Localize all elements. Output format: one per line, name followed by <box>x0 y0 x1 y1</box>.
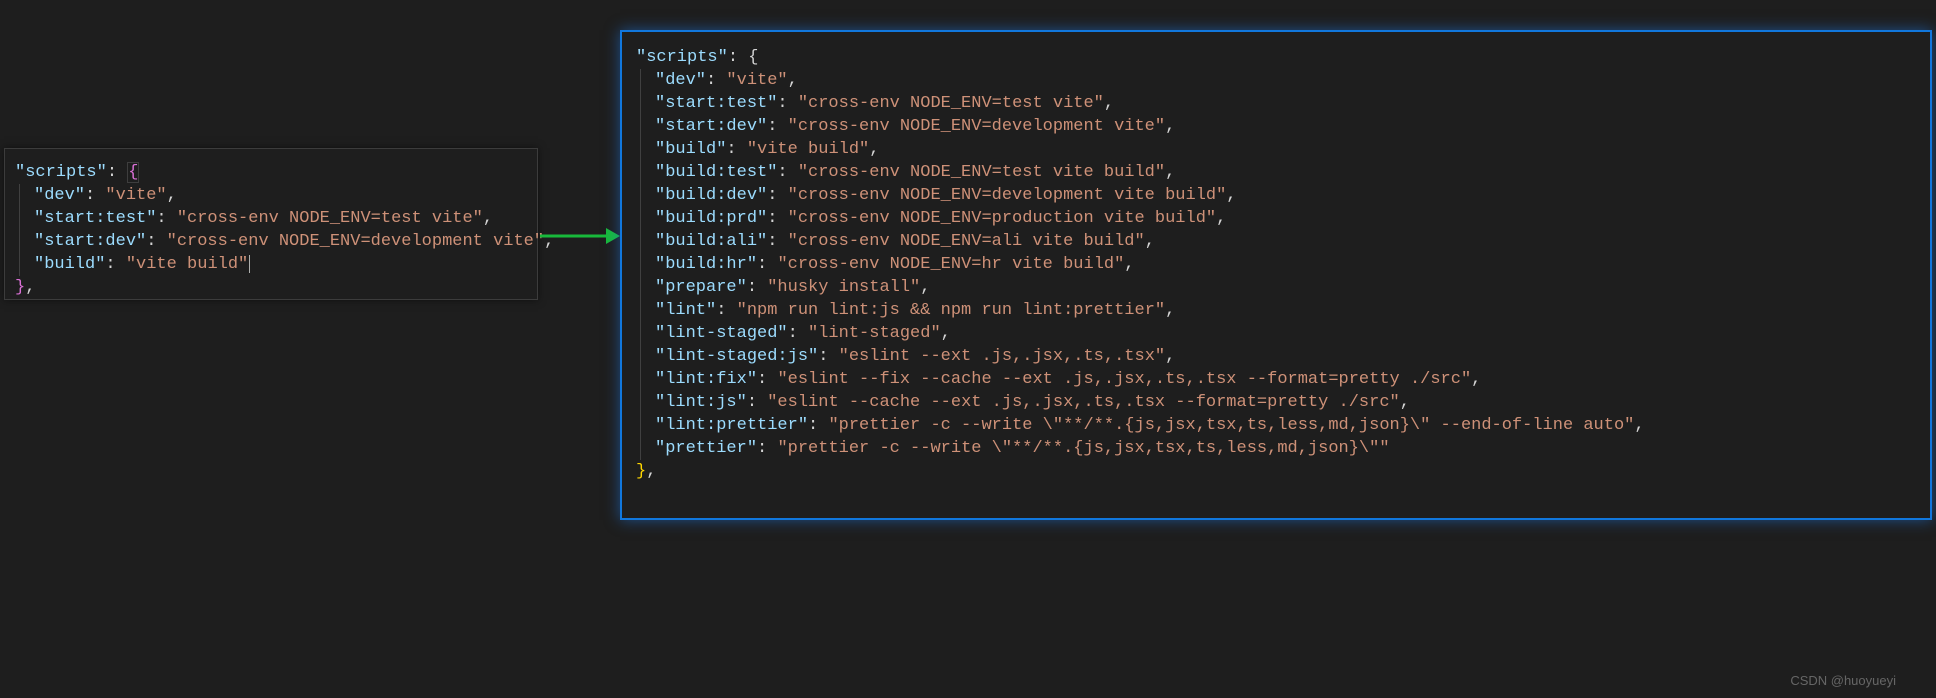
code-line[interactable]: "scripts": { <box>636 46 1920 69</box>
json-string: "eslint --fix --cache --ext .js,.jsx,.ts… <box>777 370 1471 389</box>
json-string: "cross-env NODE_ENV=test vite build" <box>798 163 1165 182</box>
json-key: "scripts" <box>636 48 728 67</box>
code-line[interactable]: "scripts": { <box>15 161 527 184</box>
json-key: "prettier" <box>655 439 757 458</box>
code-panel-right[interactable]: "scripts": { "dev": "vite","start:test":… <box>620 30 1932 520</box>
close-brace: } <box>636 462 646 481</box>
code-line[interactable]: "dev": "vite", <box>636 69 1920 92</box>
code-line[interactable]: "lint-staged": "lint-staged", <box>636 322 1920 345</box>
code-line[interactable]: "start:test": "cross-env NODE_ENV=test v… <box>15 207 527 230</box>
json-key: "dev" <box>655 71 706 90</box>
json-string: "cross-env NODE_ENV=test vite" <box>177 209 483 228</box>
json-key: "lint-staged" <box>655 324 788 343</box>
json-string: "vite build" <box>126 255 248 274</box>
json-string: "eslint --cache --ext .js,.jsx,.ts,.tsx … <box>767 393 1400 412</box>
json-string: "vite build" <box>747 140 869 159</box>
json-key: "build:ali" <box>655 232 767 251</box>
json-string: "cross-env NODE_ENV=production vite buil… <box>788 209 1216 228</box>
json-key: "start:test" <box>655 94 777 113</box>
json-key: "start:dev" <box>34 232 146 251</box>
code-line[interactable]: "build:prd": "cross-env NODE_ENV=product… <box>636 207 1920 230</box>
code-line[interactable]: "lint": "npm run lint:js && npm run lint… <box>636 299 1920 322</box>
json-string: "lint-staged" <box>808 324 941 343</box>
json-key: "build:dev" <box>655 186 767 205</box>
json-string: "vite" <box>726 71 787 90</box>
json-string: "prettier -c --write \"**/**.{js,jsx,tsx… <box>777 439 1389 458</box>
code-line[interactable]: }, <box>15 276 527 299</box>
json-string: "npm run lint:js && npm run lint:prettie… <box>737 301 1165 320</box>
json-key: "dev" <box>34 186 85 205</box>
watermark: CSDN @huoyueyi <box>1790 673 1896 688</box>
json-key: "prepare" <box>655 278 747 297</box>
text-cursor <box>249 255 250 273</box>
json-key: "build:prd" <box>655 209 767 228</box>
json-string: "cross-env NODE_ENV=test vite" <box>798 94 1104 113</box>
close-brace: } <box>15 278 25 297</box>
code-line[interactable]: "lint-staged:js": "eslint --ext .js,.jsx… <box>636 345 1920 368</box>
code-line[interactable]: "build": "vite build", <box>636 138 1920 161</box>
code-line[interactable]: "start:dev": "cross-env NODE_ENV=develop… <box>636 115 1920 138</box>
json-string: "eslint --ext .js,.jsx,.ts,.tsx" <box>839 347 1165 366</box>
json-key: "scripts" <box>15 163 107 182</box>
json-string: "cross-env NODE_ENV=development vite" <box>788 117 1165 136</box>
code-line[interactable]: "start:dev": "cross-env NODE_ENV=develop… <box>15 230 527 253</box>
code-line[interactable]: "build": "vite build" <box>15 253 527 276</box>
code-line[interactable]: "lint:fix": "eslint --fix --cache --ext … <box>636 368 1920 391</box>
json-string: "prettier -c --write \"**/**.{js,jsx,tsx… <box>828 416 1634 435</box>
json-key: "build" <box>655 140 726 159</box>
json-string: "vite" <box>105 186 166 205</box>
json-key: "build:hr" <box>655 255 757 274</box>
code-line[interactable]: "dev": "vite", <box>15 184 527 207</box>
code-line[interactable]: "prettier": "prettier -c --write \"**/**… <box>636 437 1920 460</box>
code-panel-left[interactable]: "scripts": { "dev": "vite","start:test":… <box>4 148 538 300</box>
json-key: "start:test" <box>34 209 156 228</box>
json-key: "start:dev" <box>655 117 767 136</box>
code-line[interactable]: "build:ali": "cross-env NODE_ENV=ali vit… <box>636 230 1920 253</box>
json-string: "cross-env NODE_ENV=ali vite build" <box>788 232 1145 251</box>
open-brace: { <box>748 48 758 67</box>
code-line[interactable]: "build:test": "cross-env NODE_ENV=test v… <box>636 161 1920 184</box>
json-key: "lint:js" <box>655 393 747 412</box>
code-line[interactable]: "lint:prettier": "prettier -c --write \"… <box>636 414 1920 437</box>
json-string: "cross-env NODE_ENV=development vite" <box>167 232 544 251</box>
json-key: "lint:prettier" <box>655 416 808 435</box>
json-string: "husky install" <box>767 278 920 297</box>
json-string: "cross-env NODE_ENV=development vite bui… <box>788 186 1227 205</box>
json-key: "lint:fix" <box>655 370 757 389</box>
json-key: "build" <box>34 255 105 274</box>
json-key: "build:test" <box>655 163 777 182</box>
json-string: "cross-env NODE_ENV=hr vite build" <box>777 255 1124 274</box>
code-line[interactable]: "prepare": "husky install", <box>636 276 1920 299</box>
json-key: "lint" <box>655 301 716 320</box>
code-line[interactable]: "build:hr": "cross-env NODE_ENV=hr vite … <box>636 253 1920 276</box>
code-line[interactable]: }, <box>636 460 1920 483</box>
open-brace: { <box>127 162 139 183</box>
code-line[interactable]: "lint:js": "eslint --cache --ext .js,.js… <box>636 391 1920 414</box>
json-key: "lint-staged:js" <box>655 347 818 366</box>
code-line[interactable]: "build:dev": "cross-env NODE_ENV=develop… <box>636 184 1920 207</box>
code-line[interactable]: "start:test": "cross-env NODE_ENV=test v… <box>636 92 1920 115</box>
